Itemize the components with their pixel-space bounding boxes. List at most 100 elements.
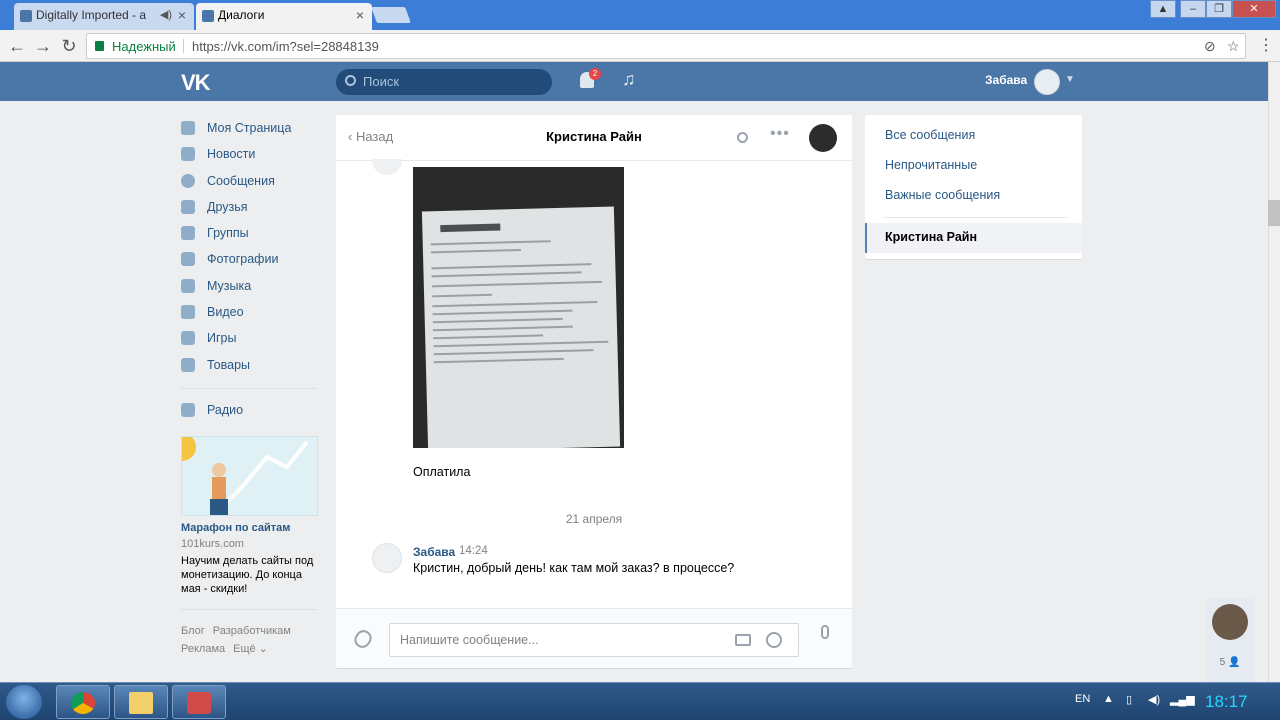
signal-icon[interactable]: ▂▄▆	[1170, 693, 1195, 706]
nav-item-messages[interactable]: Сообщения	[181, 170, 317, 196]
scrollbar-thumb[interactable]	[1268, 200, 1280, 226]
search-icon[interactable]	[737, 132, 748, 143]
avatar[interactable]	[372, 159, 402, 175]
minimize-button[interactable]: –	[1180, 0, 1206, 18]
folder-unread[interactable]: Непрочитанные	[885, 158, 977, 172]
chat-bar[interactable]: 5 👤	[1206, 598, 1254, 682]
tab-label: Диалоги	[218, 8, 265, 22]
close-window-button[interactable]: ✕	[1232, 0, 1276, 18]
new-tab-button[interactable]	[371, 7, 411, 23]
volume-icon[interactable]: ◀)	[1148, 693, 1160, 706]
smile-icon[interactable]	[766, 632, 782, 648]
folder-important[interactable]: Важные сообщения	[885, 188, 1000, 202]
nav-item-goods[interactable]: Товары	[181, 354, 317, 380]
url-input[interactable]: Надежный https://vk.com/im?sel=28848139 …	[86, 33, 1246, 59]
footer-link-ads[interactable]: Реклама	[181, 643, 225, 655]
browser-tab-dialogs[interactable]: Диалоги ×	[196, 3, 372, 30]
avatar[interactable]	[1034, 69, 1060, 95]
forward-arrow-icon[interactable]: →	[32, 35, 54, 57]
clock[interactable]: 18:17	[1205, 692, 1248, 712]
search-icon	[345, 75, 356, 86]
message-folders: Все сообщения Непрочитанные Важные сообщ…	[865, 115, 1082, 259]
online-count: 5 👤	[1206, 657, 1254, 668]
username[interactable]: Забава	[985, 73, 1027, 87]
chat-panel: ‹ Назад Кристина Райн ••• Оплатила 21 ап…	[336, 115, 852, 668]
nav-item-video[interactable]: Видео	[181, 301, 317, 327]
message-photo[interactable]	[413, 167, 624, 448]
reload-icon[interactable]: ↻	[58, 35, 80, 57]
taskbar-explorer[interactable]	[114, 685, 168, 719]
footer-link-blog[interactable]: Блог	[181, 625, 205, 637]
person-icon: 👤	[1227, 657, 1241, 668]
tray-expand-icon[interactable]: ▲	[1103, 693, 1114, 705]
close-icon[interactable]: ×	[178, 3, 186, 28]
receipt-logo	[440, 223, 501, 233]
nav-label: Друзья	[207, 199, 248, 214]
nav-label: Сообщения	[207, 173, 275, 188]
online-count-value: 5	[1219, 657, 1226, 668]
message-time[interactable]: 14:24	[459, 545, 488, 557]
back-arrow-icon[interactable]: ←	[6, 35, 28, 57]
divider	[181, 387, 317, 389]
notification-badge: 2	[589, 68, 601, 80]
start-button[interactable]	[6, 685, 42, 719]
folder-icon	[129, 692, 153, 714]
nav-item-games[interactable]: Игры	[181, 327, 317, 353]
taskbar-chrome[interactable]	[56, 685, 110, 719]
secure-label: Надежный	[112, 39, 176, 54]
maximize-button[interactable]: ❐	[1206, 0, 1232, 18]
avatar[interactable]	[809, 124, 837, 152]
browser-tab-digitally-imported[interactable]: Digitally Imported - a ◀︎) ×	[14, 3, 194, 30]
audio-icon[interactable]: ◀︎)	[160, 3, 172, 28]
news-icon	[181, 147, 195, 162]
games-icon	[181, 331, 195, 346]
nav-item-music[interactable]: Музыка	[181, 275, 317, 301]
music-icon	[181, 278, 195, 293]
nav-label: Моя Страница	[207, 121, 292, 135]
chevron-down-icon[interactable]: ▼	[1065, 74, 1075, 85]
blocked-icon[interactable]: ⊘	[1204, 38, 1216, 55]
music-icon[interactable]: ♫	[622, 69, 636, 90]
avatar[interactable]	[1212, 604, 1248, 640]
ad-text: Научим делать сайты под монетизацию. До …	[181, 555, 314, 595]
app-icon	[187, 692, 211, 714]
ad-title[interactable]: Марафон по сайтам	[181, 522, 290, 534]
avatar[interactable]	[372, 543, 402, 573]
star-icon[interactable]: ☆	[1227, 38, 1240, 55]
message-input[interactable]: Напишите сообщение...	[389, 623, 799, 657]
folder-active-conversation[interactable]: Кристина Райн	[865, 223, 1082, 253]
scrollbar[interactable]	[1268, 62, 1280, 682]
nav-item-news[interactable]: Новости	[181, 143, 317, 169]
taskbar-app[interactable]	[172, 685, 226, 719]
receipt-image	[421, 206, 621, 448]
message-author[interactable]: Забава	[413, 545, 455, 559]
left-nav: Моя Страница Новости Сообщения Друзья Гр…	[181, 117, 317, 425]
footer-link-developers[interactable]: Разработчикам	[213, 625, 291, 637]
microphone-icon[interactable]	[821, 625, 829, 639]
folder-all-messages[interactable]: Все сообщения	[885, 128, 975, 142]
user-icon[interactable]: ▲	[1150, 0, 1176, 18]
nav-label: Новости	[207, 147, 256, 162]
ad-image[interactable]	[181, 436, 318, 516]
nav-item-photos[interactable]: Фотографии	[181, 248, 317, 274]
language-indicator[interactable]: EN	[1075, 693, 1090, 705]
browser-menu-icon[interactable]: ⋮	[1258, 35, 1274, 55]
search-input[interactable]: Поиск	[336, 69, 552, 95]
vk-header: VK Поиск 2 ♫ Забава ▼	[0, 62, 1268, 101]
footer-link-more[interactable]: Ещё ⌄	[233, 643, 268, 655]
friends-icon	[181, 199, 195, 214]
divider	[883, 217, 1067, 218]
close-icon[interactable]: ×	[356, 3, 364, 28]
nav-item-friends[interactable]: Друзья	[181, 196, 317, 222]
vk-logo[interactable]: VK	[181, 70, 211, 96]
battery-icon[interactable]: ▯	[1126, 693, 1132, 706]
footer-links: Блог Разработчикам Реклама Ещё ⌄	[181, 622, 321, 658]
nav-item-groups[interactable]: Группы	[181, 222, 317, 248]
paperclip-icon[interactable]	[351, 627, 375, 651]
camera-icon[interactable]	[735, 634, 751, 646]
nav-item-radio[interactable]: Радио	[181, 399, 317, 425]
nav-item-my-page[interactable]: Моя Страница	[181, 117, 317, 143]
ad-domain[interactable]: 101kurs.com	[181, 538, 244, 550]
more-icon[interactable]: •••	[770, 125, 790, 143]
chrome-icon	[71, 692, 95, 714]
